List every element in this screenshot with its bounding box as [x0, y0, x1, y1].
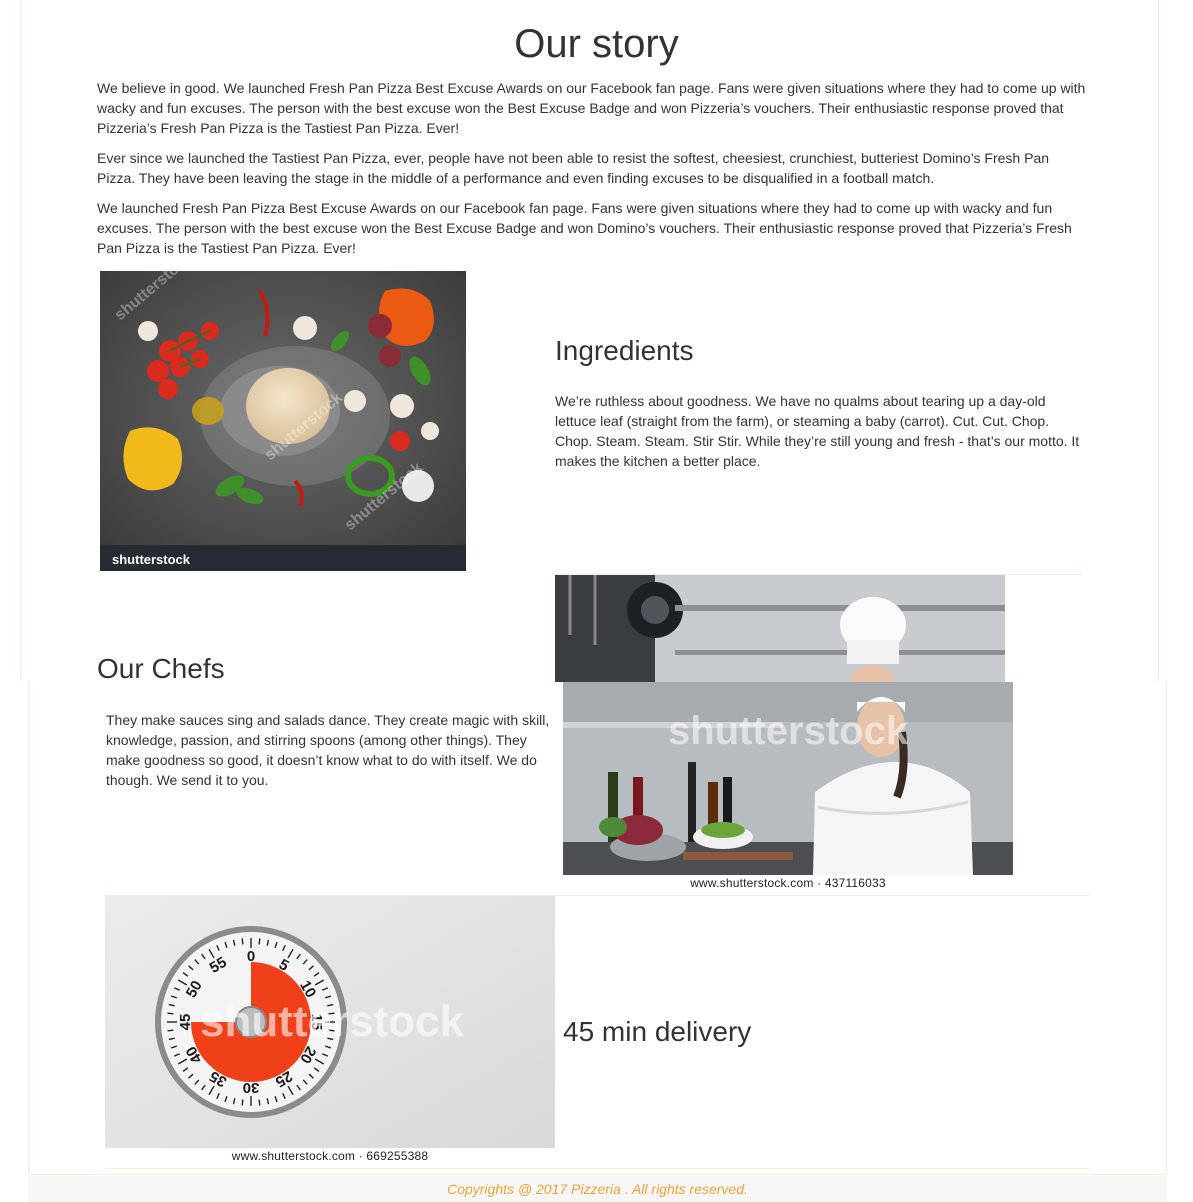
delivery-title: 45 min delivery — [563, 1016, 752, 1047]
chef-image-top — [555, 575, 1005, 682]
timer-tick — [241, 1099, 244, 1106]
story-paragraph-2: Ever since we launched the Tastiest Pan … — [97, 150, 1050, 186]
timer-number: 30 — [243, 1079, 260, 1096]
divider — [105, 1168, 1090, 1169]
story-paragraph-1: We believe in good. We launched Fresh Pa… — [97, 80, 1086, 136]
timer-image: 0 5 10 15 20 25 30 35 40 45 50 55 shutterstock — [105, 896, 555, 1148]
story-title: Our story — [514, 22, 679, 66]
footer: Copyrights @ 2017 Pizzeria . All rights … — [28, 1176, 1167, 1202]
chef-image-main: shutterstock — [563, 682, 1013, 875]
chefs-title: Our Chefs — [97, 653, 225, 684]
ingredients-image: shutterstock shutterstock shutterstock s… — [100, 271, 466, 571]
story-paragraph-3: We launched Fresh Pan Pizza Best Excuse … — [97, 200, 1072, 256]
chefs-watermark: shutterstock — [668, 709, 909, 753]
chefs-text: They make sauces sing and salads dance. … — [106, 712, 550, 788]
timer-watermark: shutterstock — [200, 997, 465, 1046]
ingredients-text: We’re ruthless about goodness. We have n… — [555, 393, 1080, 469]
timer-image-caption: www.shutterstock.com · 669255388 — [231, 1149, 429, 1163]
footer-copyright: Copyrights @ 2017 Pizzeria . All rights … — [447, 1181, 748, 1197]
timer-tick — [258, 1099, 261, 1106]
timer-tick — [258, 938, 261, 945]
timer-tick — [167, 1029, 174, 1032]
timer-tick — [167, 1012, 174, 1015]
timer-tick — [241, 938, 244, 945]
chefs-image-caption: www.shutterstock.com · 437116033 — [690, 876, 886, 890]
ingredients-title: Ingredients — [555, 335, 694, 366]
ingredients-brand: shutterstock — [112, 552, 191, 567]
timer-number: 45 — [177, 1014, 194, 1031]
timer-number: 0 — [247, 948, 255, 965]
